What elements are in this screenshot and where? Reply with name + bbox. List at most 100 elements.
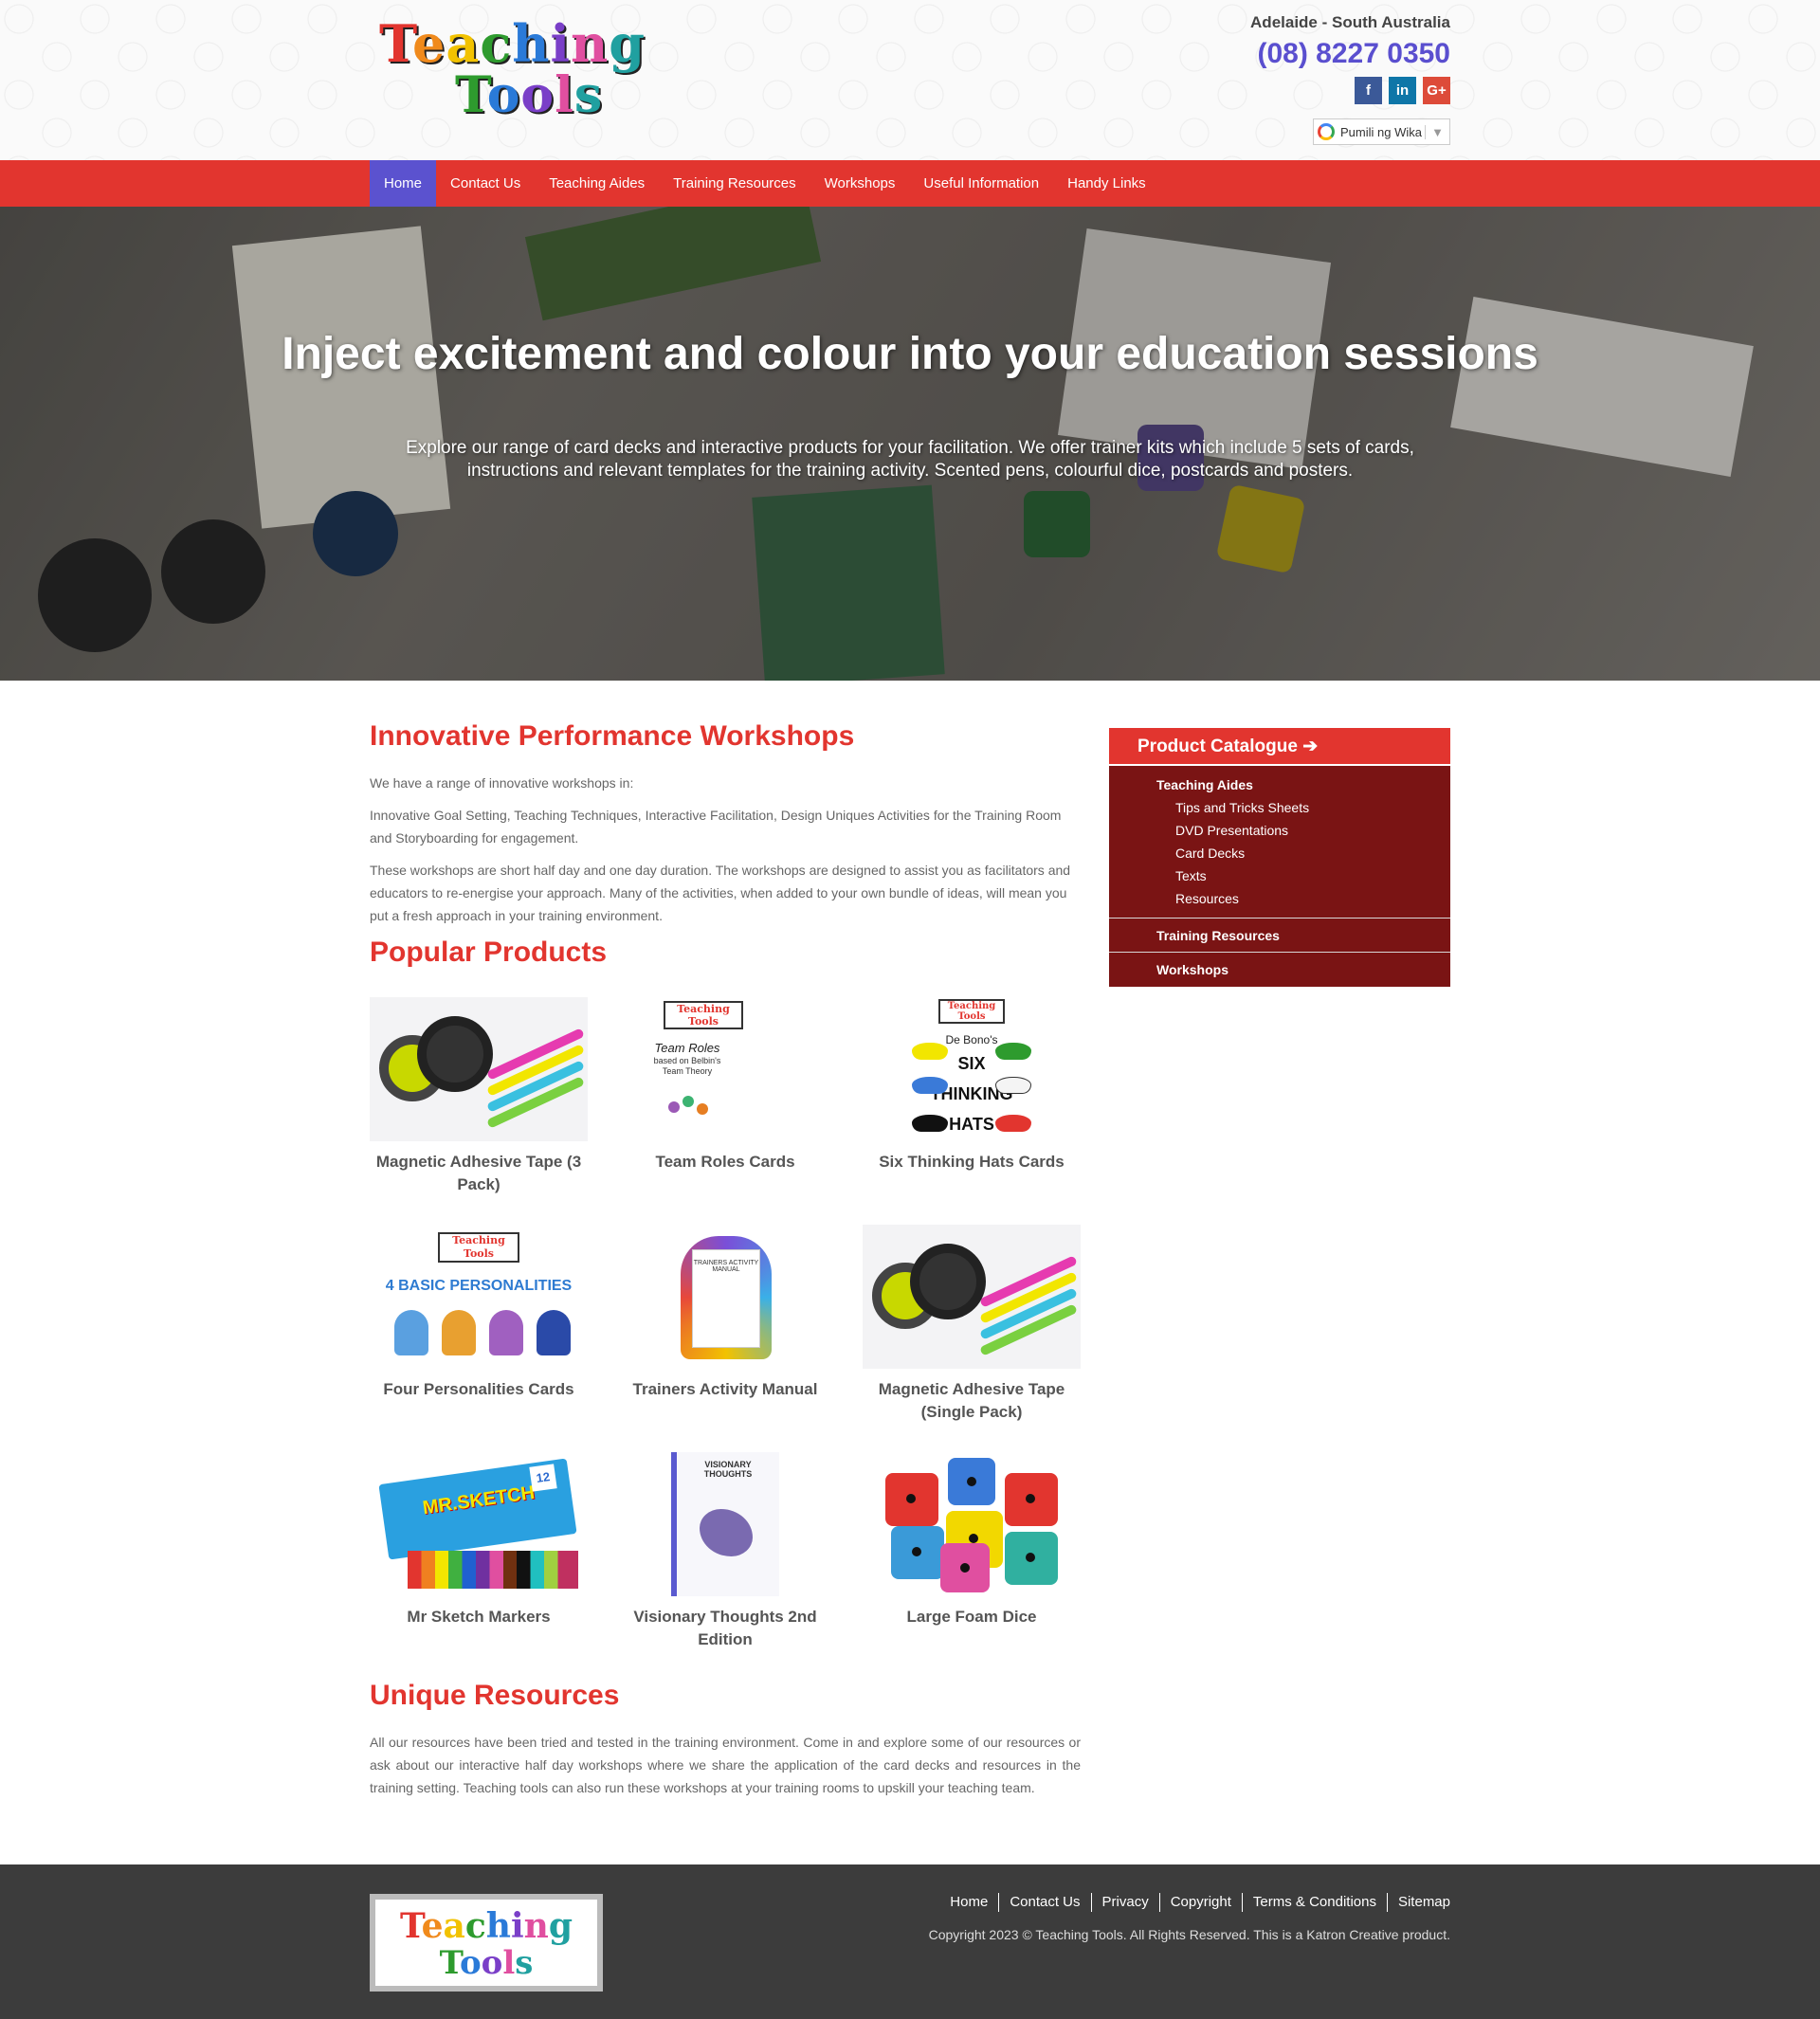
product-name[interactable]: Magnetic Adhesive Tape (3 Pack) [370, 1151, 588, 1196]
logo-letter: s [515, 1944, 534, 1982]
logo-letter: l [555, 66, 574, 124]
catalogue-item-workshops[interactable]: Workshops [1109, 953, 1450, 987]
catalogue-subitem[interactable]: DVD Presentations [1156, 819, 1450, 842]
person-icon [537, 1310, 571, 1355]
figure-icon [697, 1103, 708, 1115]
catalogue-item-training-resources[interactable]: Training Resources [1109, 919, 1450, 953]
nav-item-training-resources[interactable]: Training Resources [659, 160, 810, 207]
logo-line-2: Tools [377, 70, 690, 121]
product-image-visionary-thoughts[interactable]: VISIONARY THOUGHTS [616, 1452, 834, 1596]
logo-letter: c [464, 1906, 486, 1946]
magi-disc [910, 1244, 986, 1319]
sketch-count: 12 [529, 1464, 557, 1492]
product-name[interactable]: Six Thinking Hats Cards [863, 1151, 1081, 1173]
hats-line-4: HATS [949, 1115, 994, 1134]
product-image-team-roles[interactable]: Teaching Tools Team Roles based on Belbin… [616, 997, 834, 1141]
nav-item-teaching-aides[interactable]: Teaching Aides [535, 160, 659, 207]
figure-icon [668, 1101, 680, 1113]
footer-logo[interactable]: Teaching Tools [370, 1894, 603, 1992]
catalogue-subitem[interactable]: Texts [1156, 864, 1450, 887]
footer-link-sitemap[interactable]: Sitemap [1386, 1893, 1450, 1912]
footer-logo-line-1: Teaching [375, 1907, 597, 1945]
footer-link-terms[interactable]: Terms & Conditions [1241, 1893, 1387, 1912]
product-card[interactable]: Magnetic Adhesive Tape (Single Pack) [863, 1225, 1081, 1424]
product-name[interactable]: Four Personalities Cards [370, 1378, 588, 1401]
facebook-icon[interactable]: f [1355, 77, 1382, 104]
product-card[interactable]: Magnetic Adhesive Tape (3 Pack) [370, 997, 588, 1196]
catalogue-subitem[interactable]: Resources [1156, 887, 1450, 910]
person-icon [489, 1310, 523, 1355]
product-name[interactable]: Team Roles Cards [616, 1151, 834, 1173]
catalogue-heading[interactable]: Product Catalogue ➔ [1109, 728, 1450, 766]
hat-icon [912, 1043, 948, 1060]
product-image-mr-sketch[interactable]: MR.SKETCH 12 [370, 1452, 588, 1596]
footer-link-contact-us[interactable]: Contact Us [998, 1893, 1090, 1912]
product-image-personalities[interactable]: Teaching Tools 4 BASIC PERSONALITIES [370, 1225, 588, 1369]
nav-item-workshops[interactable]: Workshops [810, 160, 910, 207]
logo-letter: h [485, 1906, 511, 1946]
product-card[interactable]: VISIONARY THOUGHTS Visionary Thoughts 2n… [616, 1452, 834, 1651]
product-image-magnetic-tape[interactable] [370, 997, 588, 1141]
product-card[interactable]: Teaching Tools De Bono's SIX THINKING HAT… [863, 997, 1081, 1196]
product-name[interactable]: Mr Sketch Markers [370, 1606, 588, 1628]
footer-logo-line-2: Tools [375, 1945, 597, 1981]
workshops-intro: We have a range of innovative workshops … [370, 775, 634, 791]
phone-number[interactable]: (08) 8227 0350 [1258, 38, 1451, 70]
language-select[interactable]: Pumili ng Wika ▼ [1313, 118, 1450, 145]
team-roles-title: Team Roles [654, 1041, 720, 1055]
product-name[interactable]: Trainers Activity Manual [616, 1378, 834, 1401]
marker-row [408, 1551, 578, 1589]
product-card[interactable]: Large Foam Dice [863, 1452, 1081, 1651]
logo-letter: i [550, 13, 572, 74]
logo-letter: o [459, 1944, 482, 1982]
product-name[interactable]: Visionary Thoughts 2nd Edition [616, 1606, 834, 1651]
dice-dot [967, 1477, 976, 1486]
footer-link-copyright[interactable]: Copyright [1158, 1893, 1242, 1912]
product-image-foam-dice[interactable] [863, 1452, 1081, 1596]
manual-title: TRAINERS ACTIVITY MANUAL [692, 1249, 760, 1348]
site-logo[interactable]: Teaching Tools [377, 17, 690, 121]
main-nav: Home Contact Us Teaching Aides Training … [0, 160, 1820, 207]
linkedin-icon[interactable]: in [1389, 77, 1416, 104]
logo-letter: g [609, 13, 646, 74]
nav-item-useful-information[interactable]: Useful Information [909, 160, 1053, 207]
product-card[interactable]: Teaching Tools Team Roles based on Belbin… [616, 997, 834, 1196]
logo-letter: o [486, 66, 521, 124]
nav-item-home[interactable]: Home [370, 160, 437, 207]
nav-item-contact-us[interactable]: Contact Us [436, 160, 535, 207]
figure-icon [682, 1096, 694, 1107]
dice-dot [906, 1494, 916, 1503]
google-plus-icon[interactable]: G+ [1423, 77, 1450, 104]
catalogue-subitem[interactable]: Tips and Tricks Sheets [1156, 796, 1450, 819]
product-name[interactable]: Magnetic Adhesive Tape (Single Pack) [863, 1378, 1081, 1424]
workshops-list: Innovative Goal Setting, Teaching Techni… [370, 808, 1062, 846]
product-image-magnetic-tape-single[interactable] [863, 1225, 1081, 1369]
catalogue-subitem[interactable]: Card Decks [1156, 842, 1450, 864]
workshops-description: These workshops are short half day and o… [370, 863, 1071, 923]
catalogue-group-teaching-aides: Teaching Aides Tips and Tricks Sheets DV… [1109, 766, 1450, 919]
workshops-heading: Innovative Performance Workshops [370, 720, 855, 752]
magi-disc [417, 1016, 493, 1092]
logo-letter: T [399, 1906, 422, 1946]
google-icon [1318, 123, 1335, 140]
chevron-down-icon: ▼ [1425, 124, 1449, 139]
catalogue-item-teaching-aides[interactable]: Teaching Aides [1156, 773, 1450, 796]
footer-links: Home Contact Us Privacy Copyright Terms … [939, 1893, 1450, 1912]
hat-icon [912, 1077, 948, 1094]
product-card[interactable]: TRAINERS ACTIVITY MANUAL Trainers Activi… [616, 1225, 834, 1424]
footer-link-privacy[interactable]: Privacy [1090, 1893, 1159, 1912]
mini-logo: Teaching Tools [938, 999, 1005, 1024]
product-name[interactable]: Large Foam Dice [863, 1606, 1081, 1628]
hero-title: Inject excitement and colour into your e… [282, 329, 1538, 379]
social-links: f in G+ [1355, 77, 1450, 104]
nav-item-handy-links[interactable]: Handy Links [1053, 160, 1160, 207]
logo-letter: c [480, 13, 513, 74]
location-text: Adelaide - South Australia [1250, 13, 1450, 31]
product-image-activity-manual[interactable]: TRAINERS ACTIVITY MANUAL [616, 1225, 834, 1369]
product-image-six-hats[interactable]: Teaching Tools De Bono's SIX THINKING HAT… [863, 997, 1081, 1141]
footer-link-home[interactable]: Home [939, 1893, 998, 1912]
logo-letter: g [548, 1906, 573, 1946]
product-card[interactable]: Teaching Tools 4 BASIC PERSONALITIES Four… [370, 1225, 588, 1424]
product-card[interactable]: MR.SKETCH 12 Mr Sketch Markers [370, 1452, 588, 1651]
logo-letter: i [510, 1906, 524, 1946]
